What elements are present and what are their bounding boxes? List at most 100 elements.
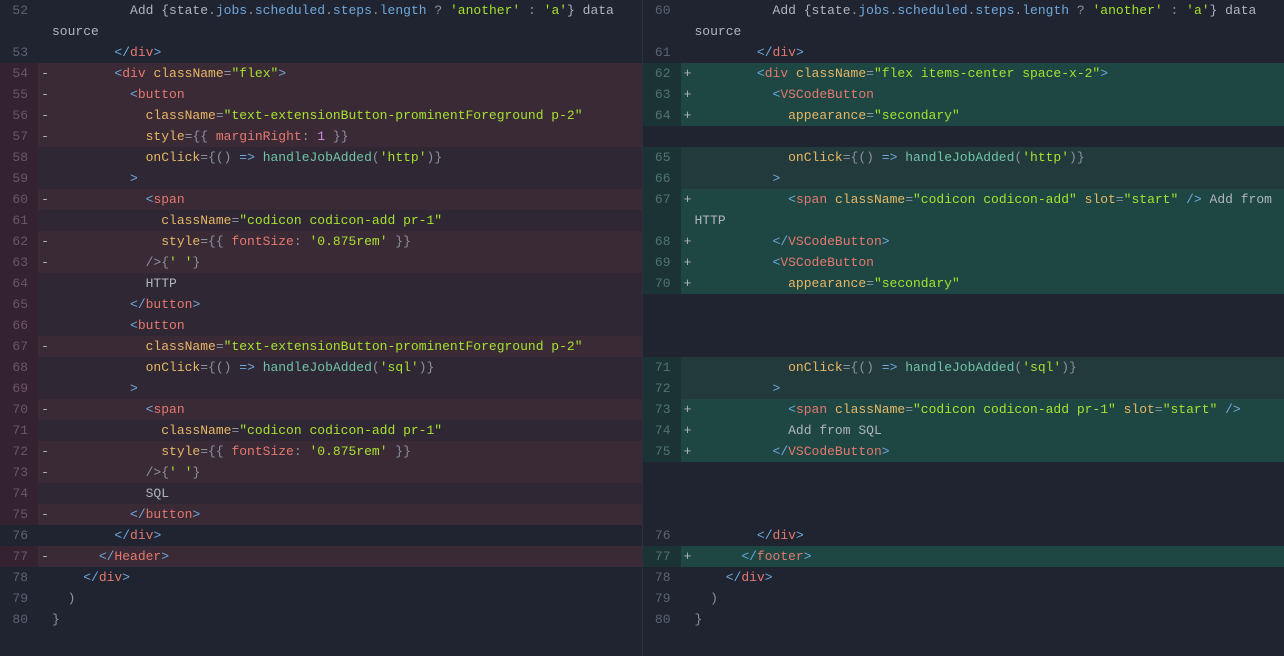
diff-row[interactable]: 62+ <div className="flex items-center sp… bbox=[643, 63, 1284, 84]
diff-row[interactable]: 75+ </VSCodeButton> bbox=[643, 441, 1284, 462]
code-cell[interactable]: } bbox=[52, 609, 642, 630]
code-cell[interactable]: </footer> bbox=[695, 546, 1284, 567]
diff-row[interactable]: 69+ <VSCodeButton bbox=[643, 252, 1284, 273]
code-cell[interactable]: </VSCodeButton> bbox=[695, 441, 1284, 462]
diff-row[interactable]: 78 </div> bbox=[0, 567, 642, 588]
diff-row[interactable] bbox=[643, 126, 1284, 147]
diff-row[interactable]: 74 SQL bbox=[0, 483, 642, 504]
diff-row[interactable]: 69 > bbox=[0, 378, 642, 399]
code-cell[interactable]: > bbox=[695, 168, 1284, 189]
code-cell[interactable]: </div> bbox=[52, 567, 642, 588]
diff-row[interactable]: 67- className="text-extensionButton-prom… bbox=[0, 336, 642, 357]
code-cell[interactable]: Add {state.jobs.scheduled.steps.length ?… bbox=[695, 0, 1284, 42]
diff-row[interactable]: 68+ </VSCodeButton> bbox=[643, 231, 1284, 252]
diff-row[interactable] bbox=[643, 483, 1284, 504]
code-cell[interactable]: > bbox=[52, 378, 642, 399]
code-cell[interactable]: onClick={() => handleJobAdded('sql')} bbox=[52, 357, 642, 378]
diff-row[interactable]: 66 > bbox=[643, 168, 1284, 189]
diff-row[interactable]: 77- </Header> bbox=[0, 546, 642, 567]
diff-row[interactable]: 62- style={{ fontSize: '0.875rem' }} bbox=[0, 231, 642, 252]
diff-row[interactable]: 53 </div> bbox=[0, 42, 642, 63]
code-cell[interactable] bbox=[695, 294, 1284, 315]
code-cell[interactable]: > bbox=[695, 378, 1284, 399]
diff-row[interactable]: 65 </button> bbox=[0, 294, 642, 315]
code-cell[interactable]: <span className="codicon codicon-add" sl… bbox=[695, 189, 1284, 231]
code-cell[interactable] bbox=[695, 462, 1284, 483]
diff-row[interactable]: 79 ) bbox=[0, 588, 642, 609]
code-cell[interactable]: <div className="flex"> bbox=[52, 63, 642, 84]
code-cell[interactable]: <button bbox=[52, 84, 642, 105]
code-cell[interactable]: style={{ fontSize: '0.875rem' }} bbox=[52, 231, 642, 252]
diff-row[interactable]: 64+ appearance="secondary" bbox=[643, 105, 1284, 126]
code-cell[interactable]: ) bbox=[695, 588, 1284, 609]
code-cell[interactable]: <button bbox=[52, 315, 642, 336]
code-cell[interactable]: style={{ fontSize: '0.875rem' }} bbox=[52, 441, 642, 462]
code-cell[interactable]: </div> bbox=[52, 42, 642, 63]
code-cell[interactable]: <span className="codicon codicon-add pr-… bbox=[695, 399, 1284, 420]
diff-row[interactable]: 72 > bbox=[643, 378, 1284, 399]
diff-row[interactable]: 68 onClick={() => handleJobAdded('sql')} bbox=[0, 357, 642, 378]
code-cell[interactable]: HTTP bbox=[52, 273, 642, 294]
code-cell[interactable] bbox=[695, 336, 1284, 357]
code-cell[interactable]: className="codicon codicon-add pr-1" bbox=[52, 210, 642, 231]
code-cell[interactable]: </div> bbox=[695, 42, 1284, 63]
diff-row[interactable]: 63- />{' '} bbox=[0, 252, 642, 273]
diff-row[interactable] bbox=[643, 336, 1284, 357]
diff-row[interactable]: 76 </div> bbox=[643, 525, 1284, 546]
code-cell[interactable] bbox=[695, 315, 1284, 336]
code-cell[interactable]: />{' '} bbox=[52, 252, 642, 273]
diff-row[interactable]: 63+ <VSCodeButton bbox=[643, 84, 1284, 105]
diff-pane-left[interactable]: 52 Add {state.jobs.scheduled.steps.lengt… bbox=[0, 0, 643, 656]
diff-row[interactable]: 60- <span bbox=[0, 189, 642, 210]
diff-row[interactable]: 73+ <span className="codicon codicon-add… bbox=[643, 399, 1284, 420]
code-cell[interactable]: > bbox=[52, 168, 642, 189]
diff-row[interactable]: 54- <div className="flex"> bbox=[0, 63, 642, 84]
diff-row[interactable]: 70- <span bbox=[0, 399, 642, 420]
code-cell[interactable] bbox=[695, 483, 1284, 504]
code-cell[interactable]: appearance="secondary" bbox=[695, 273, 1284, 294]
code-cell[interactable]: />{' '} bbox=[52, 462, 642, 483]
diff-row[interactable]: 77+ </footer> bbox=[643, 546, 1284, 567]
diff-row[interactable]: 61 </div> bbox=[643, 42, 1284, 63]
diff-row[interactable]: 80} bbox=[0, 609, 642, 630]
code-cell[interactable]: <VSCodeButton bbox=[695, 84, 1284, 105]
diff-row[interactable]: 60 Add {state.jobs.scheduled.steps.lengt… bbox=[643, 0, 1284, 42]
diff-row[interactable]: 80} bbox=[643, 609, 1284, 630]
code-cell[interactable]: onClick={() => handleJobAdded('http')} bbox=[52, 147, 642, 168]
code-cell[interactable]: className="text-extensionButton-prominen… bbox=[52, 336, 642, 357]
diff-row[interactable]: 71 onClick={() => handleJobAdded('sql')} bbox=[643, 357, 1284, 378]
code-cell[interactable]: </button> bbox=[52, 504, 642, 525]
code-cell[interactable]: Add from SQL bbox=[695, 420, 1284, 441]
code-cell[interactable]: </VSCodeButton> bbox=[695, 231, 1284, 252]
diff-row[interactable]: 64 HTTP bbox=[0, 273, 642, 294]
code-cell[interactable] bbox=[695, 504, 1284, 525]
diff-row[interactable]: 61 className="codicon codicon-add pr-1" bbox=[0, 210, 642, 231]
code-cell[interactable]: SQL bbox=[52, 483, 642, 504]
diff-row[interactable] bbox=[643, 315, 1284, 336]
code-cell[interactable]: onClick={() => handleJobAdded('sql')} bbox=[695, 357, 1284, 378]
code-cell[interactable]: onClick={() => handleJobAdded('http')} bbox=[695, 147, 1284, 168]
code-cell[interactable]: style={{ marginRight: 1 }} bbox=[52, 126, 642, 147]
diff-row[interactable]: 65 onClick={() => handleJobAdded('http')… bbox=[643, 147, 1284, 168]
code-cell[interactable]: className="text-extensionButton-prominen… bbox=[52, 105, 642, 126]
code-cell[interactable]: className="codicon codicon-add pr-1" bbox=[52, 420, 642, 441]
code-cell[interactable]: appearance="secondary" bbox=[695, 105, 1284, 126]
diff-pane-right[interactable]: 60 Add {state.jobs.scheduled.steps.lengt… bbox=[643, 0, 1284, 656]
diff-row[interactable]: 73- />{' '} bbox=[0, 462, 642, 483]
diff-row[interactable]: 55- <button bbox=[0, 84, 642, 105]
code-cell[interactable]: Add {state.jobs.scheduled.steps.length ?… bbox=[52, 0, 642, 42]
code-cell[interactable]: ) bbox=[52, 588, 642, 609]
diff-row[interactable]: 58 onClick={() => handleJobAdded('http')… bbox=[0, 147, 642, 168]
code-cell[interactable]: </Header> bbox=[52, 546, 642, 567]
code-cell[interactable]: </div> bbox=[695, 525, 1284, 546]
diff-row[interactable]: 74+ Add from SQL bbox=[643, 420, 1284, 441]
code-cell[interactable]: <VSCodeButton bbox=[695, 252, 1284, 273]
diff-row[interactable]: 76 </div> bbox=[0, 525, 642, 546]
code-cell[interactable]: <div className="flex items-center space-… bbox=[695, 63, 1284, 84]
diff-row[interactable]: 71 className="codicon codicon-add pr-1" bbox=[0, 420, 642, 441]
code-cell[interactable] bbox=[695, 126, 1284, 147]
diff-row[interactable]: 78 </div> bbox=[643, 567, 1284, 588]
diff-row[interactable]: 70+ appearance="secondary" bbox=[643, 273, 1284, 294]
diff-row[interactable]: 67+ <span className="codicon codicon-add… bbox=[643, 189, 1284, 231]
diff-row[interactable]: 52 Add {state.jobs.scheduled.steps.lengt… bbox=[0, 0, 642, 42]
